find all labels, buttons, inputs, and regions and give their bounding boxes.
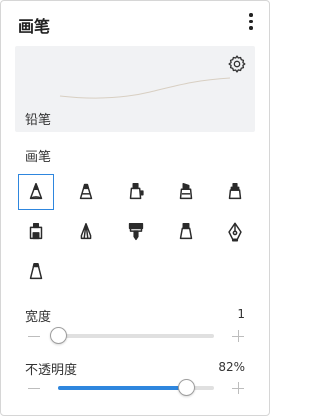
panel-title: 画笔	[18, 17, 51, 36]
width-label: 宽度	[25, 310, 52, 325]
opacity-increase-button[interactable]	[231, 381, 245, 395]
brush-ink[interactable]	[18, 254, 54, 290]
width-slider-thumb[interactable]	[50, 327, 67, 344]
fountain-pen-icon	[228, 222, 242, 242]
width-increase-button[interactable]	[231, 329, 245, 343]
brush-chisel-marker[interactable]	[168, 174, 204, 210]
pen-tip-brush-icon	[79, 183, 93, 200]
opacity-slider-fill	[58, 386, 186, 390]
brush-airbrush[interactable]	[168, 214, 204, 250]
brush-fountain-pen[interactable]	[217, 214, 253, 250]
airbrush-icon	[179, 223, 193, 240]
width-value: 1	[237, 307, 245, 321]
brush-paint[interactable]	[118, 214, 154, 250]
crayon-brush-icon	[80, 223, 92, 240]
preview-stroke	[59, 77, 231, 99]
ink-brush-icon	[29, 263, 43, 280]
brush-marker[interactable]	[118, 174, 154, 210]
opacity-slider[interactable]	[58, 379, 214, 396]
width-decrease-button[interactable]	[27, 329, 41, 343]
stamp-brush-icon	[29, 223, 43, 240]
brush-panel: 画笔 铅笔 画笔 宽度 1 不透明度 82%	[0, 0, 270, 416]
width-slider[interactable]	[50, 327, 214, 344]
pencil-brush-icon	[29, 183, 43, 200]
panel-header: 画笔	[1, 1, 269, 45]
highlighter-brush-icon	[228, 183, 242, 200]
opacity-decrease-button[interactable]	[27, 381, 41, 395]
brush-pencil[interactable]	[18, 174, 54, 210]
paint-brush-icon	[128, 223, 144, 241]
brush-preview: 铅笔	[15, 46, 255, 132]
brushes-section-label: 画笔	[25, 150, 52, 165]
opacity-value: 82%	[218, 360, 245, 374]
brush-highlighter[interactable]	[217, 174, 253, 210]
more-vertical-icon[interactable]	[245, 13, 257, 33]
brush-stamp[interactable]	[18, 214, 54, 250]
marker-brush-icon	[129, 183, 144, 200]
brush-pen-tip[interactable]	[68, 174, 104, 210]
brush-crayon[interactable]	[68, 214, 104, 250]
chisel-marker-brush-icon	[179, 183, 193, 200]
opacity-slider-thumb[interactable]	[178, 379, 195, 396]
opacity-label: 不透明度	[25, 363, 78, 378]
preview-brush-name: 铅笔	[25, 113, 52, 128]
